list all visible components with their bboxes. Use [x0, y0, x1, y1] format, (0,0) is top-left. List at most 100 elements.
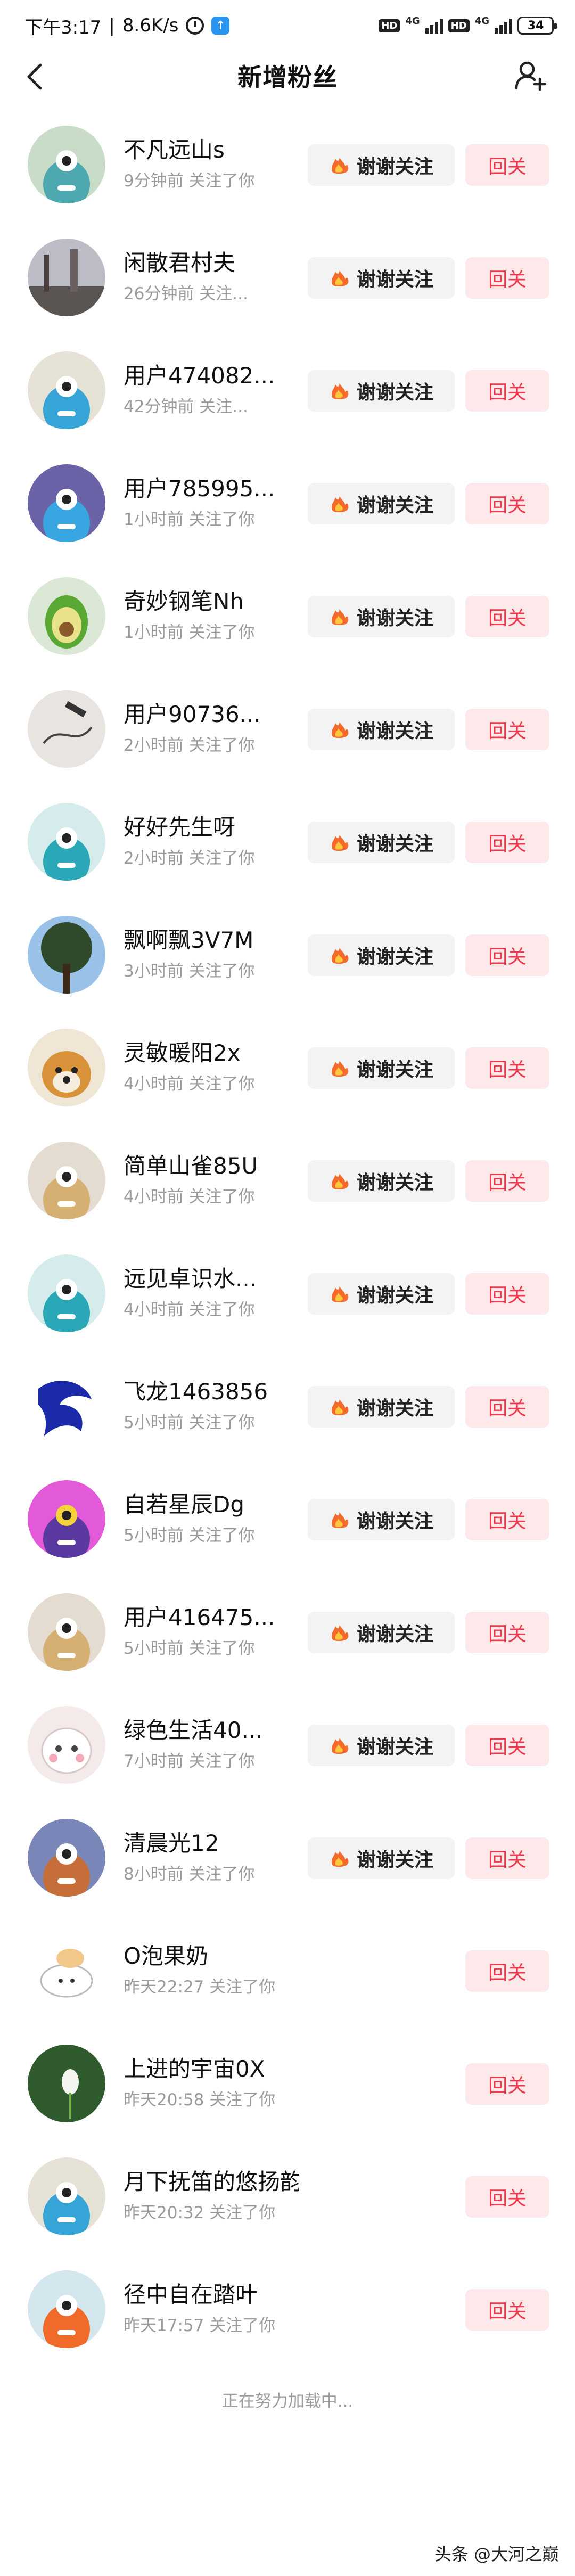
follower-row[interactable]: 用户416475... 5小时前 关注了你 谢谢关注 回关: [0, 1574, 575, 1687]
avatar[interactable]: [28, 690, 105, 768]
follow-back-button[interactable]: 回关: [465, 1499, 549, 1540]
follower-name[interactable]: O泡果奶: [124, 1938, 208, 1971]
avatar[interactable]: [28, 1142, 105, 1219]
follower-row[interactable]: 灵敏暖阳2x 4小时前 关注了你 谢谢关注 回关: [0, 1010, 575, 1122]
avatar[interactable]: [28, 1367, 105, 1445]
avatar[interactable]: [28, 577, 105, 655]
follower-name[interactable]: 用户474082...: [124, 358, 275, 390]
follower-row[interactable]: 清晨光12 8小时前 关注了你 谢谢关注 回关: [0, 1800, 575, 1913]
follow-back-button[interactable]: 回关: [465, 709, 549, 750]
add-user-button[interactable]: [514, 60, 548, 92]
avatar[interactable]: [28, 1819, 105, 1897]
back-button[interactable]: [23, 63, 47, 91]
follower-name[interactable]: 用户90736...: [124, 696, 261, 729]
avatar[interactable]: [28, 2045, 105, 2122]
follow-back-button[interactable]: 回关: [465, 1950, 549, 1992]
follow-back-button[interactable]: 回关: [465, 596, 549, 637]
follow-back-button[interactable]: 回关: [465, 1047, 549, 1089]
follow-back-button[interactable]: 回关: [465, 1837, 549, 1879]
follow-back-button[interactable]: 回关: [465, 1160, 549, 1202]
avatar[interactable]: [28, 1593, 105, 1671]
follower-name[interactable]: 用户416475...: [124, 1599, 275, 1632]
follow-back-button[interactable]: 回关: [465, 822, 549, 863]
follower-row[interactable]: 用户785995... 1小时前 关注了你 谢谢关注 回关: [0, 445, 575, 558]
follower-name[interactable]: 灵敏暖阳2x: [124, 1035, 241, 1068]
follower-row[interactable]: 闲散君村夫 26分钟前 关注... 谢谢关注 回关: [0, 219, 575, 332]
follower-row[interactable]: 径中自在踏叶 昨天17:57 关注了你 回关: [0, 2251, 575, 2364]
avatar[interactable]: [28, 1029, 105, 1106]
follow-back-button[interactable]: 回关: [465, 934, 549, 976]
hd-badge-1: HD: [379, 19, 400, 32]
follow-back-button[interactable]: 回关: [465, 257, 549, 299]
follower-row[interactable]: 好好先生呀 2小时前 关注了你 谢谢关注 回关: [0, 784, 575, 897]
thanks-for-following-button[interactable]: 谢谢关注: [308, 596, 455, 637]
avatar[interactable]: [28, 351, 105, 429]
thanks-for-following-button[interactable]: 谢谢关注: [308, 144, 455, 186]
thanks-for-following-button[interactable]: 谢谢关注: [308, 1386, 455, 1428]
thanks-for-following-button[interactable]: 谢谢关注: [308, 1725, 455, 1766]
follower-name[interactable]: 飞龙1463856: [124, 1374, 268, 1406]
follow-back-button[interactable]: 回关: [465, 1273, 549, 1315]
follow-back-button[interactable]: 回关: [465, 1725, 549, 1766]
follower-name[interactable]: 径中自在踏叶: [124, 2277, 258, 2309]
follow-back-button[interactable]: 回关: [465, 1386, 549, 1428]
follow-back-button[interactable]: 回关: [465, 144, 549, 186]
follower-name[interactable]: 不凡远山s: [124, 132, 225, 165]
follower-name[interactable]: 远见卓识水...: [124, 1261, 257, 1293]
thanks-for-following-button[interactable]: 谢谢关注: [308, 257, 455, 299]
follower-name[interactable]: 上进的宇宙0X: [124, 2051, 265, 2083]
thanks-for-following-button[interactable]: 谢谢关注: [308, 1499, 455, 1540]
follower-row[interactable]: 简单山雀85U 4小时前 关注了你 谢谢关注 回关: [0, 1122, 575, 1235]
thanks-for-following-button[interactable]: 谢谢关注: [308, 934, 455, 976]
avatar[interactable]: [28, 2157, 105, 2235]
follower-name[interactable]: 月下抚笛的悠扬韵: [124, 2164, 299, 2196]
follower-row[interactable]: 用户474082... 42分钟前 关注... 谢谢关注 回关: [0, 332, 575, 445]
thanks-for-following-button[interactable]: 谢谢关注: [308, 1612, 455, 1653]
follower-name[interactable]: 清晨光12: [124, 1825, 219, 1858]
follow-back-button[interactable]: 回关: [465, 2289, 549, 2331]
follower-row[interactable]: 飞龙1463856 5小时前 关注了你 谢谢关注 回关: [0, 1348, 575, 1461]
follower-name[interactable]: 闲散君村夫: [124, 245, 235, 277]
follower-row[interactable]: 上进的宇宙0X 昨天20:58 关注了你 回关: [0, 2025, 575, 2138]
follow-back-button[interactable]: 回关: [465, 1612, 549, 1653]
thanks-for-following-button[interactable]: 谢谢关注: [308, 483, 455, 524]
avatar[interactable]: [28, 239, 105, 316]
status-left: 下午3:17 | 8.6K/s ↑: [24, 13, 230, 39]
follow-back-button[interactable]: 回关: [465, 2176, 549, 2218]
follower-row[interactable]: 远见卓识水... 4小时前 关注了你 谢谢关注 回关: [0, 1235, 575, 1348]
avatar[interactable]: [28, 916, 105, 994]
avatar[interactable]: [28, 2270, 105, 2348]
follower-row[interactable]: 自若星辰Dg 5小时前 关注了你 谢谢关注 回关: [0, 1461, 575, 1574]
thanks-for-following-button[interactable]: 谢谢关注: [308, 1160, 455, 1202]
thanks-for-following-button[interactable]: 谢谢关注: [308, 1273, 455, 1315]
thanks-for-following-button[interactable]: 谢谢关注: [308, 1047, 455, 1089]
avatar[interactable]: [28, 1480, 105, 1558]
avatar[interactable]: [28, 1706, 105, 1784]
avatar[interactable]: [28, 464, 105, 542]
follower-row[interactable]: 用户90736... 2小时前 关注了你 谢谢关注 回关: [0, 671, 575, 784]
follower-row[interactable]: O泡果奶 昨天22:27 关注了你 回关: [0, 1913, 575, 2025]
follower-row[interactable]: 飘啊飘3V7M 3小时前 关注了你 谢谢关注 回关: [0, 897, 575, 1010]
follow-back-button[interactable]: 回关: [465, 483, 549, 524]
thanks-for-following-button[interactable]: 谢谢关注: [308, 370, 455, 412]
follower-name[interactable]: 用户785995...: [124, 471, 275, 503]
follower-row[interactable]: 奇妙钢笔Nh 1小时前 关注了你 谢谢关注 回关: [0, 558, 575, 671]
avatar[interactable]: [28, 803, 105, 881]
follower-name[interactable]: 绿色生活40...: [124, 1712, 263, 1745]
avatar[interactable]: [28, 1254, 105, 1332]
follower-name[interactable]: 简单山雀85U: [124, 1148, 258, 1180]
follower-row[interactable]: 不凡远山s 9分钟前 关注了你 谢谢关注 回关: [0, 106, 575, 219]
avatar[interactable]: [28, 1932, 105, 2009]
follower-name[interactable]: 好好先生呀: [124, 809, 235, 842]
avatar[interactable]: [28, 126, 105, 203]
thanks-for-following-button[interactable]: 谢谢关注: [308, 709, 455, 750]
follower-name[interactable]: 奇妙钢笔Nh: [124, 584, 244, 616]
follow-back-button[interactable]: 回关: [465, 2063, 549, 2105]
follower-name[interactable]: 自若星辰Dg: [124, 1487, 244, 1519]
thanks-for-following-button[interactable]: 谢谢关注: [308, 822, 455, 863]
follower-name[interactable]: 飘啊飘3V7M: [124, 922, 253, 955]
follower-row[interactable]: 绿色生活40... 7小时前 关注了你 谢谢关注 回关: [0, 1687, 575, 1800]
thanks-for-following-button[interactable]: 谢谢关注: [308, 1837, 455, 1879]
follow-back-button[interactable]: 回关: [465, 370, 549, 412]
follower-row[interactable]: 月下抚笛的悠扬韵 昨天20:32 关注了你 回关: [0, 2138, 575, 2251]
